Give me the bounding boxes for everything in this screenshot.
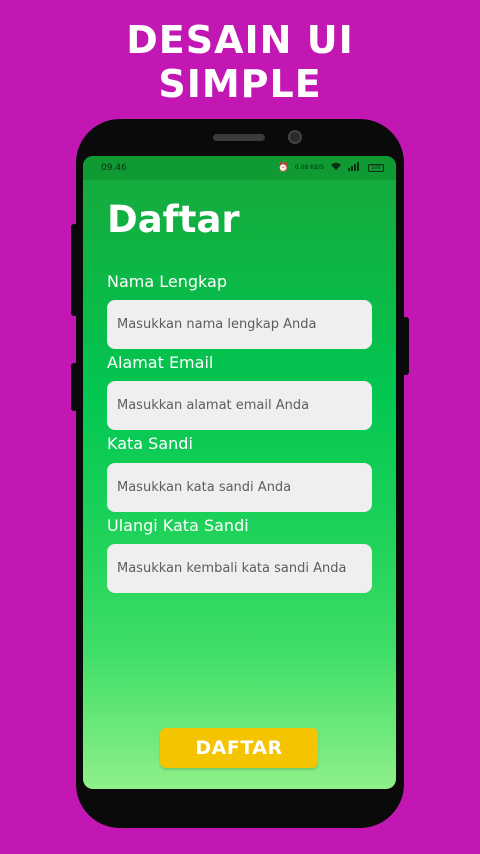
front-camera (288, 130, 302, 144)
full-name-input[interactable] (107, 300, 372, 349)
wifi-icon (330, 162, 342, 174)
full-name-label: Nama Lengkap (107, 272, 227, 291)
email-label: Alamat Email (107, 353, 214, 372)
status-icons: ⏰ 0.08 KB/S 100 (278, 162, 384, 174)
volume-down-button (71, 363, 78, 411)
phone-frame: 09.46 ⏰ 0.08 KB/S 100 Daftar Nama Lengka… (71, 119, 409, 828)
signal-icon (348, 162, 362, 174)
promo-title-line1: Desain UI (126, 18, 354, 62)
battery-level: 100 (371, 165, 381, 171)
alarm-icon: ⏰ (277, 163, 289, 173)
battery-icon: 100 (368, 164, 384, 172)
password-input[interactable] (107, 463, 372, 512)
volume-up-button (71, 224, 78, 316)
app-screen: 09.46 ⏰ 0.08 KB/S 100 Daftar Nama Lengka… (83, 156, 396, 789)
network-speed: 0.08 KB/S (294, 164, 324, 171)
page-title: Daftar (107, 198, 240, 241)
speaker-grille (213, 134, 265, 141)
promo-title: Desain UI Simple (0, 18, 480, 106)
status-time: 09.46 (101, 163, 127, 173)
email-input[interactable] (107, 381, 372, 430)
promo-title-line2: Simple (158, 62, 322, 106)
register-button[interactable]: DAFTAR (160, 728, 318, 768)
password-label: Kata Sandi (107, 434, 193, 453)
status-bar: 09.46 ⏰ 0.08 KB/S 100 (83, 156, 396, 180)
confirm-password-input[interactable] (107, 544, 372, 593)
confirm-password-label: Ulangi Kata Sandi (107, 516, 249, 535)
power-button (402, 317, 409, 375)
